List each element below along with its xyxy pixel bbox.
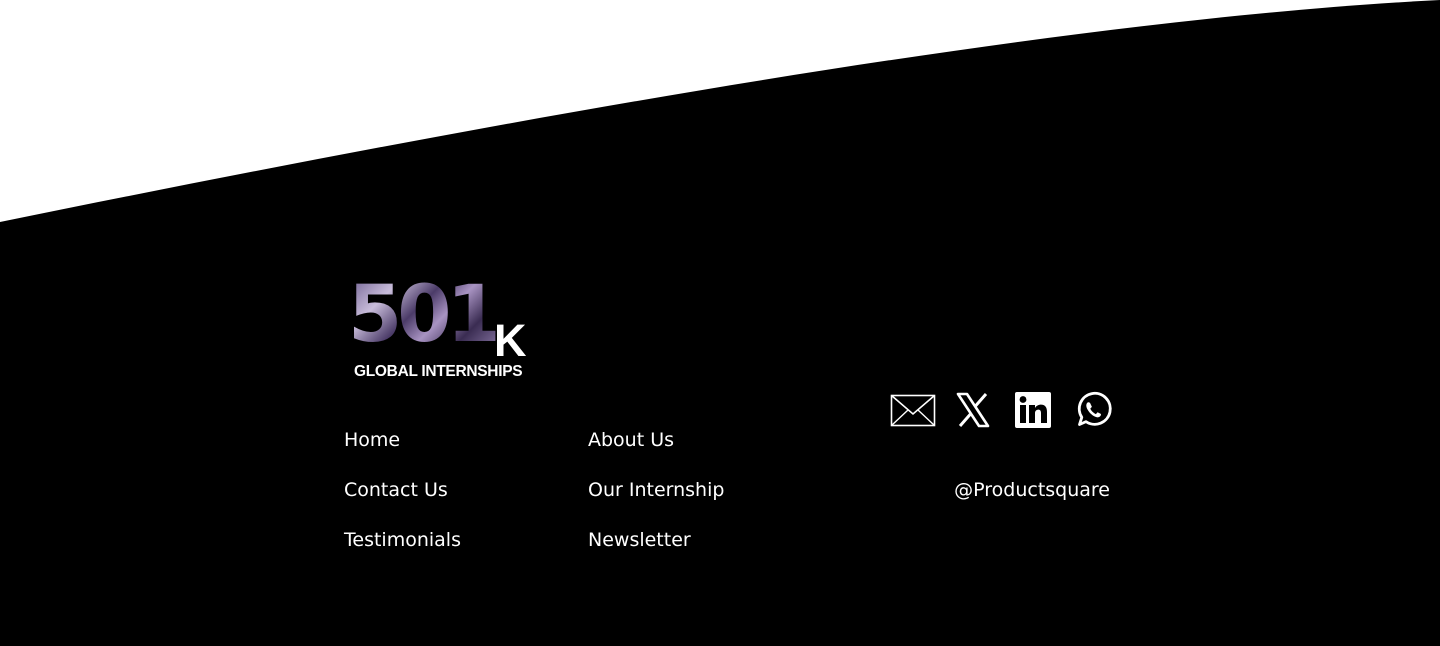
footer-link-about-us[interactable]: About Us (588, 428, 674, 452)
logo-number: 501 (348, 270, 501, 360)
social-handle[interactable]: @Productsquare (954, 478, 1110, 502)
footer-link-testimonials[interactable]: Testimonials (344, 528, 461, 552)
footer-link-contact-us[interactable]: Contact Us (344, 478, 448, 502)
brand-logo[interactable]: 501 K GLOBAL INTERNSHIPS (344, 276, 534, 382)
mail-icon[interactable] (890, 390, 936, 430)
x-icon[interactable] (955, 390, 991, 430)
whatsapp-icon[interactable] (1073, 390, 1113, 430)
logo-suffix: K (494, 315, 527, 366)
logo-tagline: GLOBAL INTERNSHIPS (354, 363, 523, 380)
linkedin-icon[interactable] (1014, 390, 1052, 430)
footer-link-our-internship[interactable]: Our Internship (588, 478, 724, 502)
footer-background (0, 0, 1440, 646)
footer-link-home[interactable]: Home (344, 428, 400, 452)
footer-link-newsletter[interactable]: Newsletter (588, 528, 691, 552)
